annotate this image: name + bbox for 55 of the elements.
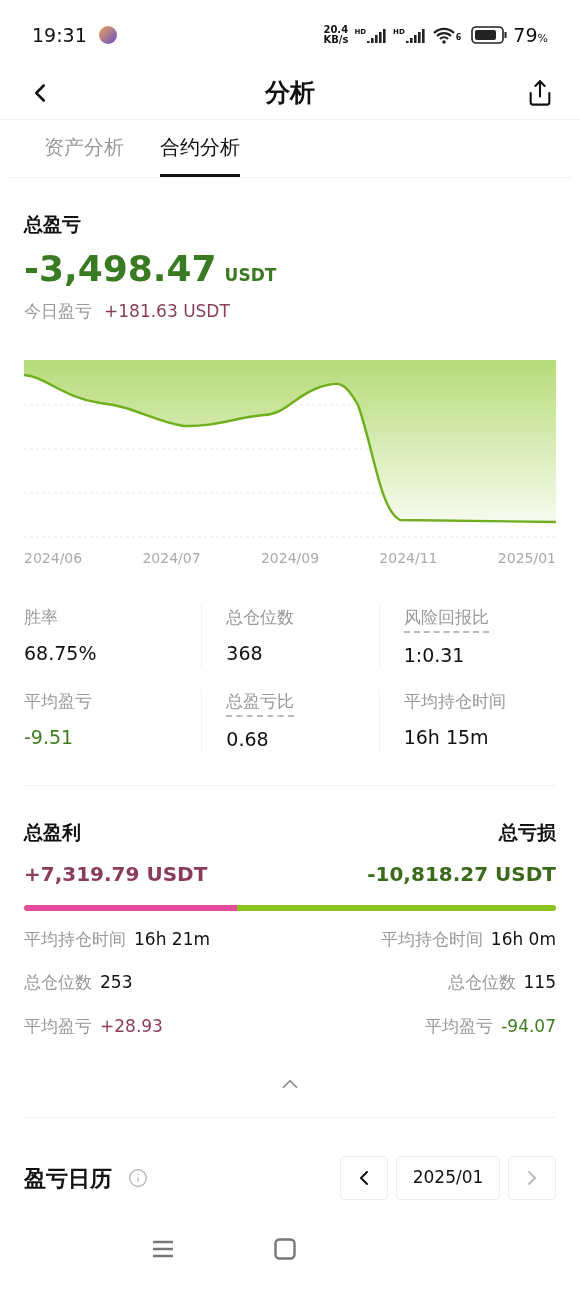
detail-label: 平均盈亏 — [425, 1014, 494, 1038]
stat-value: 68.75% — [24, 640, 98, 666]
tab[interactable]: 合约分析 — [160, 120, 240, 177]
stat-label: 平均持仓时间 — [403, 690, 506, 713]
home-icon[interactable] — [274, 1238, 296, 1260]
today-pnl-value: +181.63 USDT — [104, 299, 230, 323]
month-selector[interactable]: 2025/01 — [396, 1156, 500, 1200]
stat-label: 平均盈亏 — [24, 690, 92, 713]
signal-icon — [367, 27, 388, 43]
detail-value: +28.93 — [100, 1014, 163, 1038]
tab[interactable]: 资产分析 — [44, 120, 124, 177]
axis-label: 2024/11 — [379, 549, 438, 568]
wifi-band-label: 6 — [455, 32, 462, 44]
total-loss-value: -10,818.27 USDT — [367, 860, 556, 888]
signal-icon — [405, 27, 426, 43]
stat-value: 16h 15m — [403, 724, 490, 750]
stat-label[interactable]: 总盈亏比 — [226, 689, 295, 717]
network-speed: 20.4 — [323, 25, 349, 35]
stat-label[interactable]: 风险回报比 — [403, 605, 489, 633]
stat-label: 总仓位数 — [226, 606, 295, 629]
calendar-title: 盈亏日历 — [24, 1164, 112, 1193]
wifi-icon — [431, 26, 456, 44]
stat-value: -9.51 — [24, 724, 75, 750]
stat-value: 1:0.31 — [403, 642, 466, 668]
detail-value: 253 — [100, 971, 133, 994]
total-loss-title: 总亏损 — [499, 820, 556, 845]
stat-value: 0.68 — [226, 726, 270, 752]
network-speed-unit: KB/s — [323, 35, 349, 45]
currency-unit: USDT — [224, 263, 277, 287]
detail-value: -94.07 — [501, 1014, 556, 1038]
section-title: 总盈亏 — [24, 212, 82, 237]
battery-icon — [471, 26, 508, 44]
axis-label: 2024/09 — [260, 549, 320, 568]
menu-icon[interactable] — [152, 1240, 174, 1258]
today-pnl-label: 今日盈亏 — [24, 299, 92, 323]
total-pnl-amount: -3,498.47 — [24, 246, 217, 291]
detail-value: 115 — [523, 971, 556, 994]
detail-label: 平均盈亏 — [24, 1014, 92, 1038]
axis-label: 2024/07 — [142, 549, 201, 568]
detail-value: 16h 21m — [134, 927, 210, 951]
detail-label: 平均持仓时间 — [380, 927, 483, 951]
status-time: 19:31 — [32, 22, 87, 48]
stat-value: 368 — [226, 640, 264, 666]
detail-label: 平均持仓时间 — [24, 927, 126, 951]
detail-label: 总仓位数 — [447, 971, 516, 994]
battery-percent-unit: % — [537, 31, 548, 47]
total-profit-title: 总盈利 — [24, 820, 81, 845]
total-profit-value: +7,319.79 USDT — [24, 860, 208, 888]
page-title: 分析 — [265, 76, 315, 109]
detail-label: 总仓位数 — [24, 971, 92, 994]
detail-value: 16h 0m — [490, 927, 556, 951]
axis-label: 2025/01 — [497, 549, 556, 568]
axis-label: 2024/06 — [24, 549, 83, 568]
battery-percent: 79 — [513, 22, 538, 48]
stat-label: 胜率 — [24, 606, 58, 629]
